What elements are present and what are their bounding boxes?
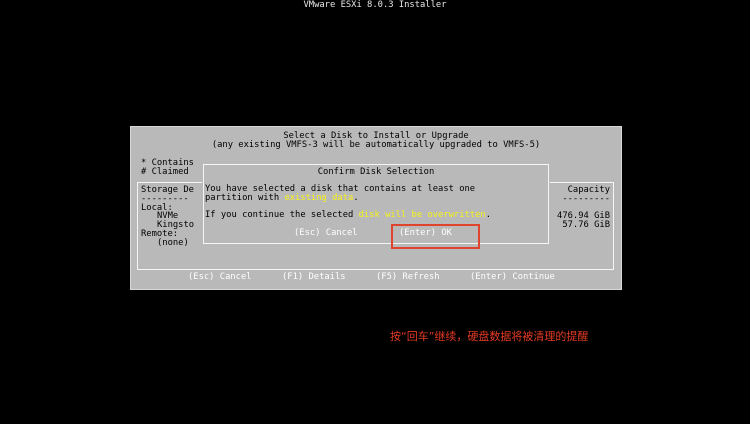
existing-data-highlight: existing data [284,193,354,203]
dialog-line3-prefix: If you continue the selected [205,210,359,220]
installer-title: VMware ESXi 8.0.3 Installer [303,0,447,10]
remote-none-label: (none) [157,238,189,248]
dialog-message-line3: If you continue the selected disk will b… [205,211,491,220]
dialog-line3-suffix: . [485,210,491,220]
footer-cancel-key[interactable]: (Esc) Cancel [188,273,252,282]
panel-subheading: (any existing VMFS-3 will be automatical… [211,140,541,150]
column-divider-right: --------- [562,194,610,204]
dialog-message-line2: partition with existing data. [205,194,359,203]
dialog-line2-suffix: . [353,193,359,203]
dialog-title: Confirm Disk Selection [317,167,435,177]
footer-details-key[interactable]: (F1) Details [282,273,346,282]
footer-continue-key[interactable]: (Enter) Continue [470,273,555,282]
legend-claimed: # Claimed [141,167,189,177]
overwrite-warning-highlight: disk will be overwritten [358,210,486,220]
dialog-cancel-button[interactable]: (Esc) Cancel [294,229,358,238]
disk-capacity-kingston: 57.76 GiB [562,220,610,230]
dialog-line2-prefix: partition with [205,193,285,203]
footer-refresh-key[interactable]: (F5) Refresh [376,273,440,282]
ok-button-highlight-box [391,224,480,249]
annotation-caption: 按“回车”继续，硬盘数据将被清理的提醒 [390,330,589,343]
